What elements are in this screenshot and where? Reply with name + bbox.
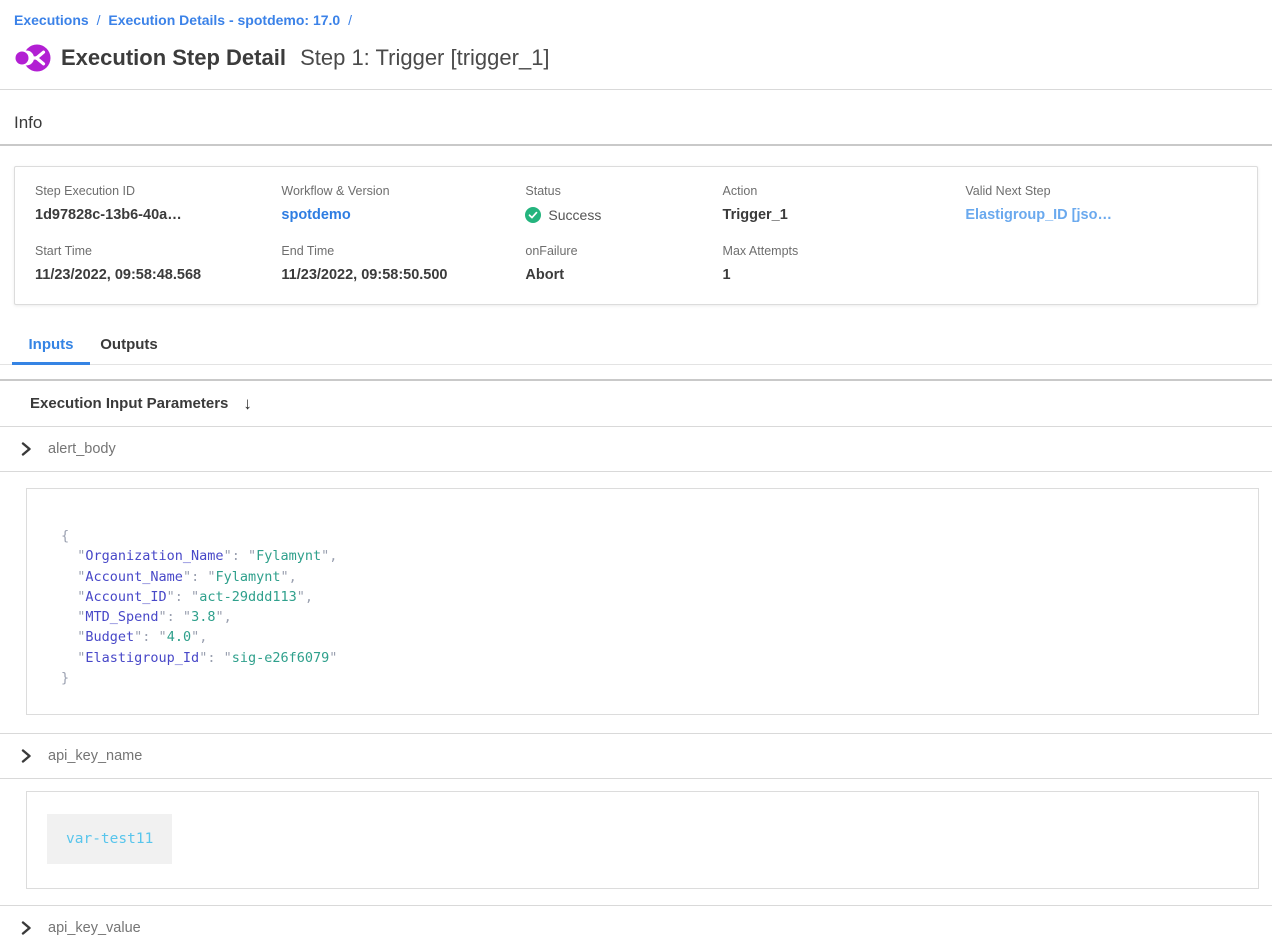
breadcrumb-separator: / bbox=[93, 12, 105, 28]
status-badge: Success bbox=[525, 207, 722, 223]
tab-outputs[interactable]: Outputs bbox=[90, 330, 168, 365]
field-label: Start Time bbox=[35, 244, 281, 258]
field-label: Valid Next Step bbox=[965, 184, 1237, 198]
field-label: Step Execution ID bbox=[35, 184, 281, 198]
field-max-attempts: Max Attempts 1 bbox=[723, 244, 966, 283]
field-step-execution-id: Step Execution ID 1d97828c-13b6-40a… bbox=[35, 184, 281, 223]
breadcrumb-execution-details[interactable]: Execution Details - spotdemo: 17.0 bbox=[108, 12, 340, 28]
field-start-time: Start Time 11/23/2022, 09:58:48.568 bbox=[35, 244, 281, 283]
section-name: alert_body bbox=[48, 441, 116, 457]
status-text: Success bbox=[548, 207, 601, 223]
execution-input-parameters-row: Execution Input Parameters ↓ bbox=[0, 381, 1272, 426]
info-heading: Info bbox=[0, 113, 1272, 133]
header-divider bbox=[0, 89, 1272, 90]
section-row-alert-body[interactable]: alert_body bbox=[0, 427, 1272, 471]
breadcrumb-executions[interactable]: Executions bbox=[14, 12, 89, 28]
fylamynt-logo-icon bbox=[14, 41, 51, 75]
field-onfailure: onFailure Abort bbox=[525, 244, 722, 283]
breadcrumb: Executions / Execution Details - spotdem… bbox=[0, 0, 1272, 28]
field-value: Abort bbox=[525, 267, 722, 283]
field-value: 1d97828c-13b6-40a… bbox=[35, 207, 281, 223]
field-value: Trigger_1 bbox=[723, 207, 966, 223]
field-value: 11/23/2022, 09:58:48.568 bbox=[35, 267, 281, 283]
field-label: Action bbox=[723, 184, 966, 198]
field-label: Status bbox=[525, 184, 722, 198]
field-label: Max Attempts bbox=[723, 244, 966, 258]
down-arrow-icon[interactable]: ↓ bbox=[243, 394, 252, 414]
section-name: api_key_name bbox=[48, 748, 142, 764]
api-key-name-value-box: var-test11 bbox=[26, 791, 1259, 889]
alert-body-json-code: { "Organization_Name": "Fylamynt", "Acco… bbox=[61, 526, 1238, 688]
next-step-link[interactable]: Elastigroup_ID [jso… bbox=[965, 207, 1237, 223]
field-end-time: End Time 11/23/2022, 09:58:50.500 bbox=[281, 244, 525, 283]
info-card: Step Execution ID 1d97828c-13b6-40a… Wor… bbox=[14, 166, 1258, 305]
field-value: 1 bbox=[723, 267, 966, 283]
field-workflow-version: Workflow & Version spotdemo bbox=[281, 184, 525, 223]
field-label: End Time bbox=[281, 244, 525, 258]
execution-input-parameters-title: Execution Input Parameters bbox=[30, 395, 228, 412]
info-divider bbox=[0, 144, 1272, 146]
section-divider bbox=[0, 778, 1272, 779]
field-status: Status Success bbox=[525, 184, 722, 223]
section-row-api-key-name[interactable]: api_key_name bbox=[0, 734, 1272, 778]
inputs-outputs-tabs: Inputs Outputs bbox=[0, 330, 1272, 365]
page-title-main: Execution Step Detail bbox=[61, 45, 286, 70]
execution-step-detail-page: Executions / Execution Details - spotdem… bbox=[0, 0, 1272, 950]
section-divider bbox=[0, 471, 1272, 472]
field-valid-next-step: Valid Next Step Elastigroup_ID [jso… bbox=[965, 184, 1237, 223]
section-name: api_key_value bbox=[48, 920, 141, 936]
page-header: Execution Step Detail Step 1: Trigger [t… bbox=[0, 41, 1272, 89]
field-value: 11/23/2022, 09:58:50.500 bbox=[281, 267, 525, 283]
alert-body-code-box: { "Organization_Name": "Fylamynt", "Acco… bbox=[26, 488, 1259, 715]
api-key-name-value: var-test11 bbox=[47, 814, 172, 864]
tab-inputs[interactable]: Inputs bbox=[12, 330, 90, 365]
section-row-api-key-value[interactable]: api_key_value bbox=[0, 906, 1272, 950]
field-action: Action Trigger_1 bbox=[723, 184, 966, 223]
field-empty bbox=[965, 244, 1237, 283]
chevron-right-icon bbox=[20, 921, 32, 935]
check-circle-icon bbox=[525, 207, 541, 223]
breadcrumb-separator: / bbox=[344, 12, 356, 28]
tabs-gap bbox=[0, 365, 1272, 379]
workflow-link[interactable]: spotdemo bbox=[281, 207, 525, 223]
chevron-right-icon bbox=[20, 442, 32, 456]
field-label: Workflow & Version bbox=[281, 184, 525, 198]
chevron-right-icon bbox=[20, 749, 32, 763]
page-title-step: Step 1: Trigger [trigger_1] bbox=[300, 45, 549, 70]
field-label: onFailure bbox=[525, 244, 722, 258]
page-title: Execution Step Detail Step 1: Trigger [t… bbox=[61, 45, 550, 71]
